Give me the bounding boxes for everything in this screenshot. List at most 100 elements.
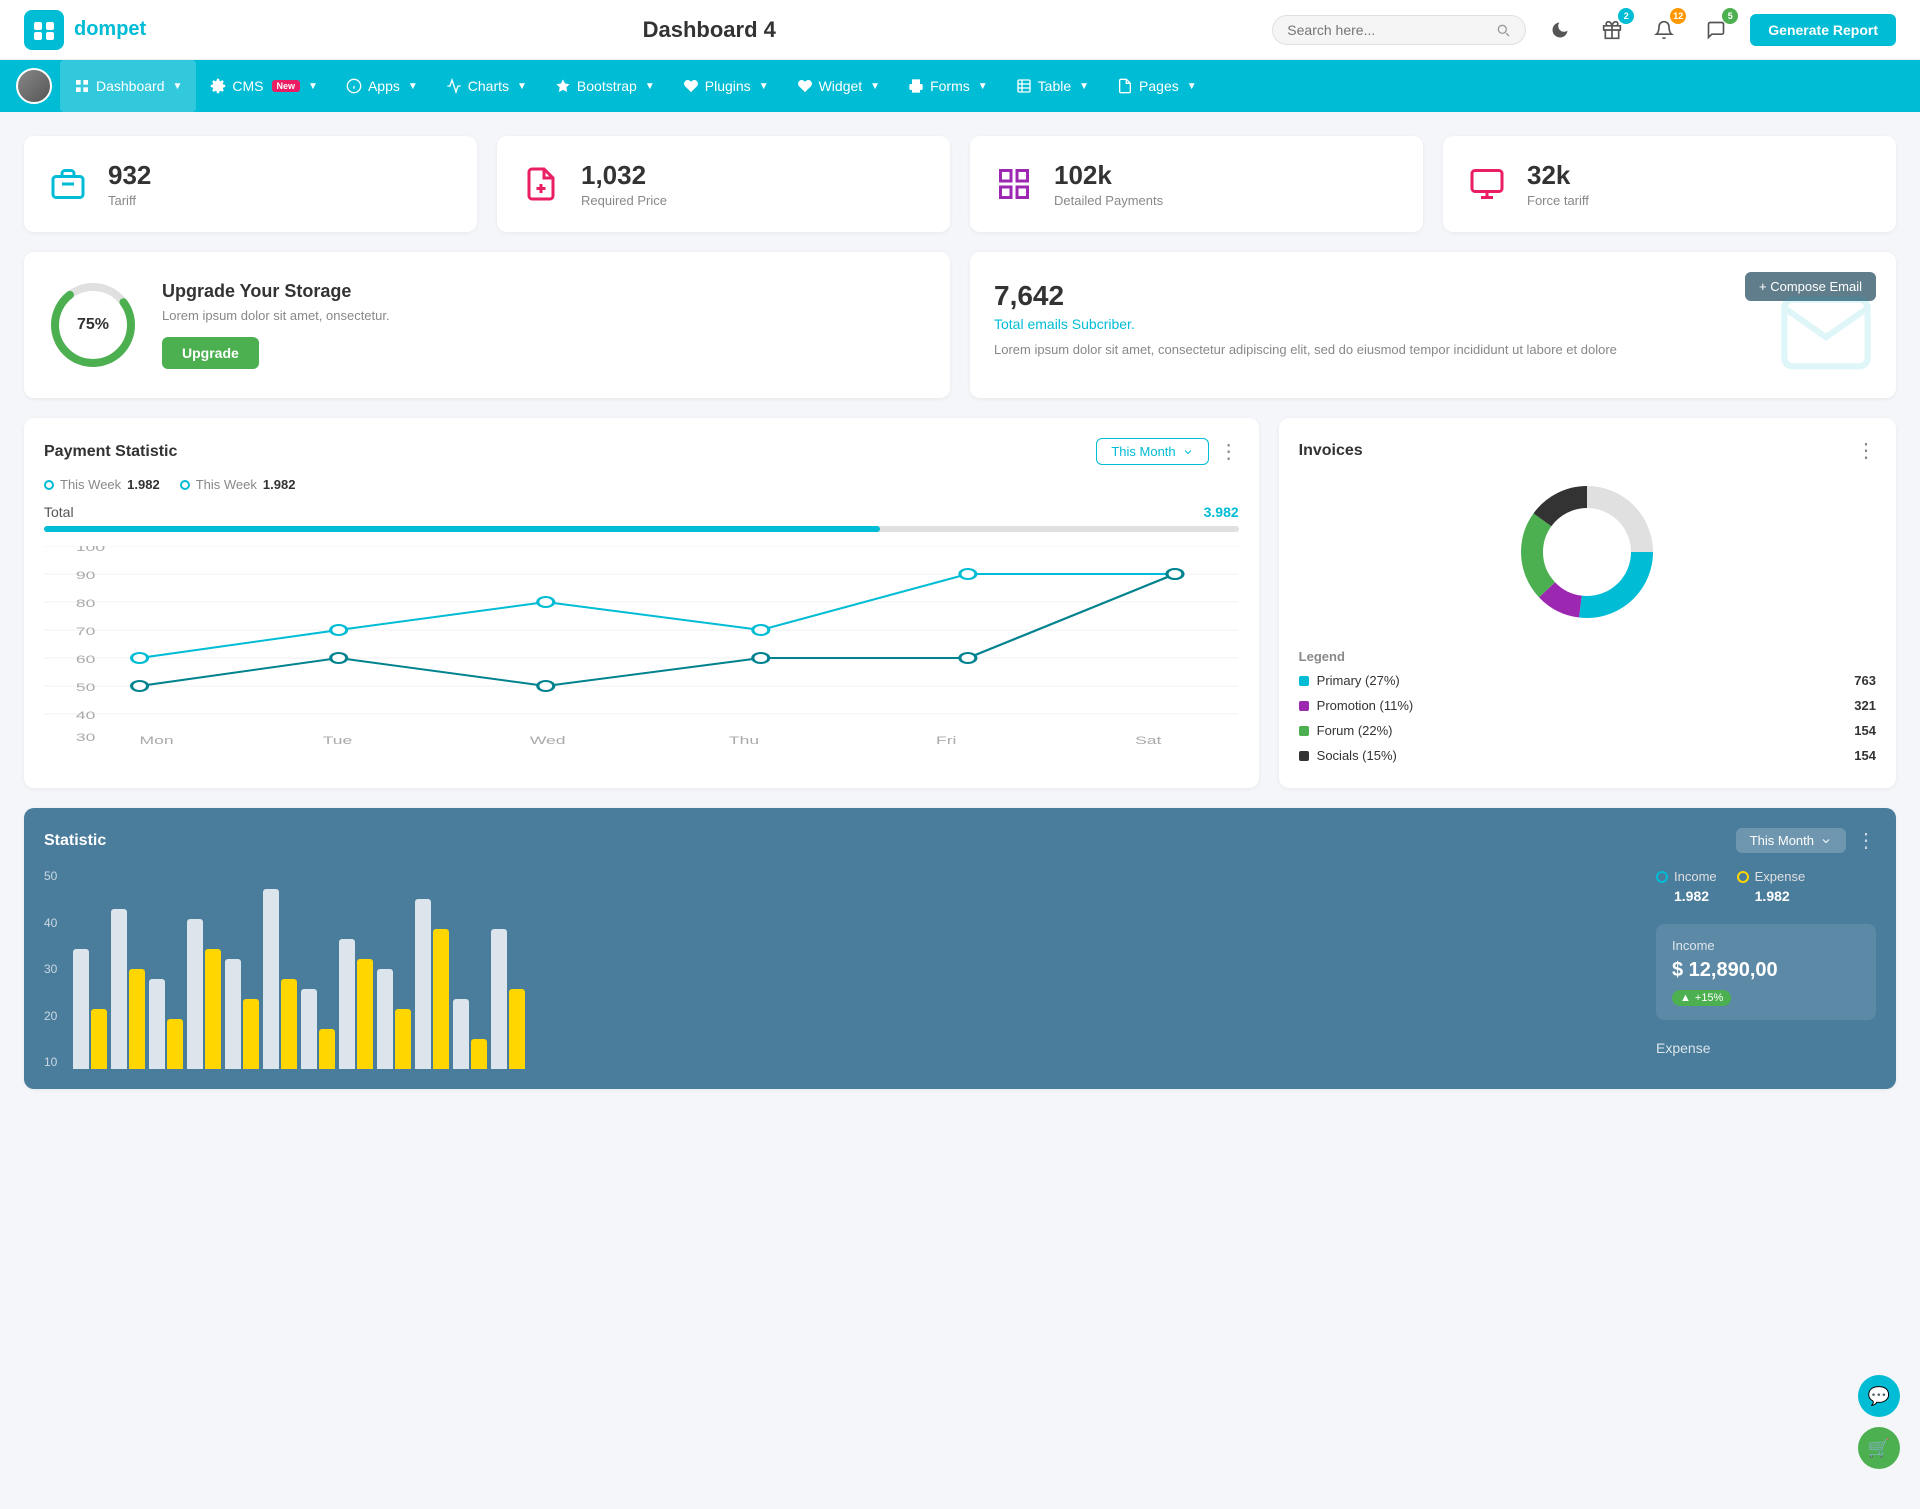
invoices-more-button[interactable]: ⋮ — [1856, 438, 1876, 463]
income-panel: Income $ 12,890,00 ▲ +15% — [1656, 924, 1876, 1020]
bar-group-2 — [149, 979, 183, 1069]
nav-item-apps[interactable]: Apps ▼ — [332, 60, 432, 112]
chart-icon — [446, 78, 462, 94]
statistic-month-filter[interactable]: This Month — [1736, 828, 1846, 853]
income-circle — [1656, 871, 1668, 883]
gift-icon[interactable]: 2 — [1594, 12, 1630, 48]
y-labels: 50 40 30 20 10 — [44, 869, 65, 1069]
legend-dot-1 — [180, 480, 190, 490]
bar-yellow-4 — [243, 999, 259, 1069]
more-options-button[interactable]: ⋮ — [1219, 439, 1239, 464]
bar-yellow-11 — [509, 989, 525, 1069]
bar-white-10 — [453, 999, 469, 1069]
nav-label-bootstrap: Bootstrap — [577, 78, 637, 94]
cart-float-button[interactable]: 🛒 — [1858, 1427, 1900, 1469]
chevron-down-icon-stat — [1820, 835, 1832, 847]
gift-badge: 2 — [1618, 8, 1634, 24]
bell-badge: 12 — [1670, 8, 1686, 24]
nav-item-dashboard[interactable]: Dashboard ▼ — [60, 60, 196, 112]
detailed-payments-label: Detailed Payments — [1054, 193, 1163, 208]
svg-text:Tue: Tue — [323, 735, 353, 746]
y-label-50: 50 — [44, 869, 57, 883]
expense-radio[interactable]: Expense — [1737, 869, 1806, 884]
nav-item-plugins[interactable]: Plugins ▼ — [669, 60, 783, 112]
payment-title: Payment Statistic — [44, 443, 177, 461]
header: dompet Dashboard 4 2 12 5 Generate Repor… — [0, 0, 1920, 60]
bar-group-4 — [225, 959, 259, 1069]
nav-arrow-pages: ▼ — [1187, 81, 1197, 92]
bar-white-3 — [187, 919, 203, 1069]
donut-chart — [1299, 477, 1876, 627]
svg-text:Wed: Wed — [530, 735, 566, 746]
nav-label-forms: Forms — [930, 78, 970, 94]
bar-yellow-9 — [433, 929, 449, 1069]
income-toggle: Income 1.982 — [1656, 869, 1717, 904]
bar-yellow-10 — [471, 1039, 487, 1069]
legend-val-1: 1.982 — [263, 477, 296, 492]
nav-item-forms[interactable]: Forms ▼ — [894, 60, 1002, 112]
chat-icon[interactable]: 5 — [1698, 12, 1734, 48]
theme-toggle[interactable] — [1542, 12, 1578, 48]
svg-text:30: 30 — [76, 732, 95, 744]
chat-float-button[interactable]: 💬 — [1858, 1375, 1900, 1417]
search-input[interactable] — [1287, 22, 1487, 38]
legend-count-socials: 154 — [1854, 748, 1876, 763]
bar-group-6 — [301, 989, 335, 1069]
arrow-up-icon: ▲ — [1680, 992, 1691, 1004]
expense-panel-label: Expense — [1656, 1040, 1876, 1056]
force-tariff-value: 32k — [1527, 160, 1589, 191]
statistic-card: Statistic This Month ⋮ 50 40 30 20 10 — [24, 808, 1896, 1089]
upgrade-button[interactable]: Upgrade — [162, 337, 259, 369]
nav-item-widget[interactable]: Widget ▼ — [783, 60, 894, 112]
nav-arrow-forms: ▼ — [978, 81, 988, 92]
logo-text: dompet — [74, 18, 146, 41]
bar-group-7 — [339, 939, 373, 1069]
detailed-payments-value: 102k — [1054, 160, 1163, 191]
header-right: 2 12 5 Generate Report — [1272, 12, 1896, 48]
nav-label-widget: Widget — [819, 78, 863, 94]
generate-report-button[interactable]: Generate Report — [1750, 14, 1896, 46]
bar-yellow-6 — [319, 1029, 335, 1069]
chat-badge: 5 — [1722, 8, 1738, 24]
legend-text-primary: Primary (27%) — [1317, 673, 1400, 688]
nav-item-cms[interactable]: CMS New ▼ — [196, 60, 332, 112]
legend-item-1: This Week 1.982 — [180, 477, 296, 492]
nav-item-bootstrap[interactable]: Bootstrap ▼ — [541, 60, 669, 112]
y-label-30: 30 — [44, 962, 57, 976]
income-badge-text: +15% — [1695, 992, 1723, 1004]
middle-row: 75% Upgrade Your Storage Lorem ipsum dol… — [24, 252, 1896, 398]
legend-item-forum: Forum (22%) 154 — [1299, 718, 1876, 743]
bars-container — [65, 869, 1636, 1069]
this-month-filter-button[interactable]: This Month — [1096, 438, 1208, 465]
statistic-more-button[interactable]: ⋮ — [1856, 828, 1876, 853]
nav-item-charts[interactable]: Charts ▼ — [432, 60, 541, 112]
nav-label-pages: Pages — [1139, 78, 1179, 94]
bar-white-5 — [263, 889, 279, 1069]
expense-circle — [1737, 871, 1749, 883]
nav-item-table[interactable]: Table ▼ — [1002, 60, 1103, 112]
bar-white-4 — [225, 959, 241, 1069]
nav-item-pages[interactable]: Pages ▼ — [1103, 60, 1211, 112]
required-price-value: 1,032 — [581, 160, 667, 191]
chart-right-panel: Income 1.982 Expense 1.982 Income — [1656, 869, 1876, 1069]
search-icon — [1495, 22, 1511, 38]
bar-yellow-0 — [91, 1009, 107, 1069]
svg-text:Thu: Thu — [729, 735, 759, 746]
svg-text:50: 50 — [76, 682, 95, 694]
search-box[interactable] — [1272, 15, 1526, 45]
bar-chart-section: 50 40 30 20 10 — [44, 869, 1636, 1069]
bar-group-3 — [187, 919, 221, 1069]
legend-dot-0 — [44, 480, 54, 490]
bar-yellow-1 — [129, 969, 145, 1069]
nav-arrow-charts: ▼ — [517, 81, 527, 92]
y-label-40: 40 — [44, 916, 57, 930]
legend-color-promotion — [1299, 701, 1309, 711]
logo: dompet — [24, 10, 146, 50]
income-radio[interactable]: Income — [1656, 869, 1717, 884]
bell-icon[interactable]: 12 — [1646, 12, 1682, 48]
legend-label-0: This Week — [60, 477, 121, 492]
bar-group-0 — [73, 949, 107, 1069]
income-panel-label: Income — [1672, 938, 1860, 953]
table-icon — [1016, 78, 1032, 94]
svg-text:Mon: Mon — [140, 735, 174, 746]
